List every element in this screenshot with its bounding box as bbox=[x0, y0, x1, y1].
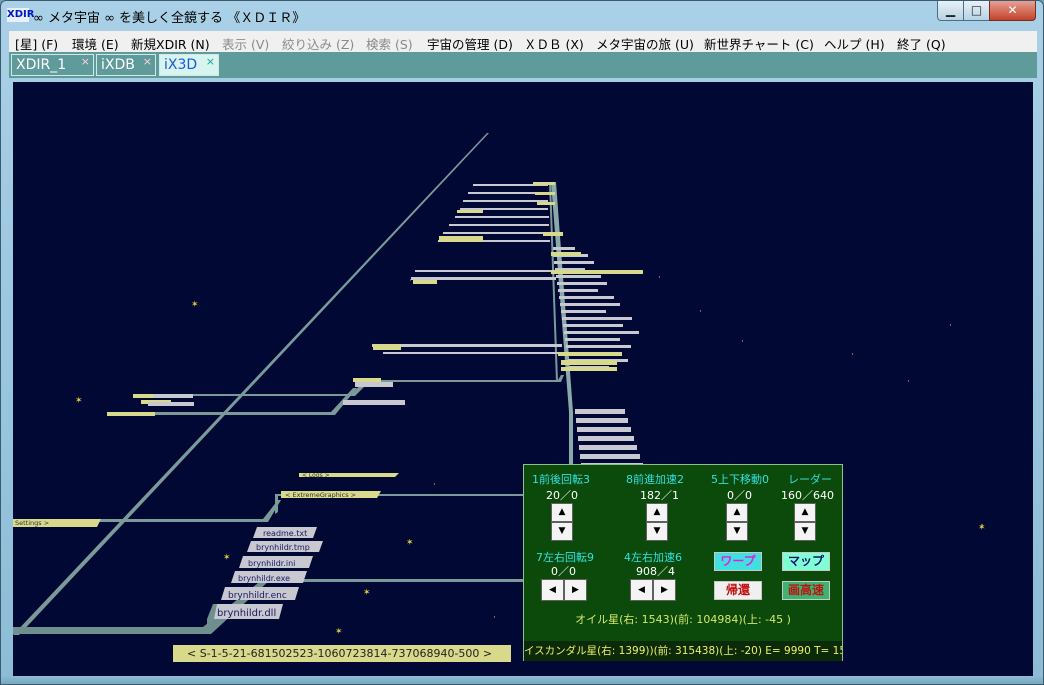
svg-text:✶: ✶ bbox=[335, 627, 343, 637]
svg-text:·: · bbox=[949, 321, 952, 331]
file-label-enc[interactable]: brynhildr.enc bbox=[228, 591, 287, 601]
menu-xdb[interactable]: ＸＤＢ (X) bbox=[524, 34, 584, 53]
move-ud-spinner: ▲ ▼ bbox=[726, 503, 748, 541]
down-arrow-icon[interactable]: ▼ bbox=[794, 522, 816, 541]
menu-bar: [星] (F) 環境 (E) 新規XDIR (N) 表示 (V) 絞り込み (Z… bbox=[9, 31, 1037, 52]
tab-label: iXDB bbox=[101, 57, 135, 73]
accel-lr-spinner: ◀ ▶ bbox=[630, 579, 676, 601]
up-arrow-icon[interactable]: ▲ bbox=[726, 503, 748, 522]
app-window: XDIR ∞ メタ宇宙 ∞ を美しく全鏡する 《ＸＤＩＲ》 ▁ □ ✕ [星] … bbox=[0, 0, 1044, 685]
accel-fb-value: 182／1 bbox=[640, 489, 679, 502]
app-icon: XDIR bbox=[7, 8, 35, 22]
menu-new-xdir[interactable]: 新規XDIR (N) bbox=[131, 34, 210, 53]
svg-text:✶: ✶ bbox=[223, 553, 231, 563]
menu-help[interactable]: ヘルプ (H) bbox=[824, 34, 885, 53]
tab-close-icon[interactable]: × bbox=[143, 52, 152, 72]
left-arrow-icon[interactable]: ◀ bbox=[630, 579, 653, 601]
down-arrow-icon[interactable]: ▼ bbox=[726, 522, 748, 541]
right-arrow-icon[interactable]: ▶ bbox=[564, 579, 587, 601]
up-arrow-icon[interactable]: ▲ bbox=[551, 503, 573, 522]
rotate-fb-value: 20／0 bbox=[546, 489, 578, 502]
logs-folder-label[interactable]: < Logs > bbox=[302, 472, 330, 479]
high-speed-render-button[interactable]: 画高速 bbox=[782, 581, 830, 600]
menu-universe-manage[interactable]: 宇宙の管理 (D) bbox=[427, 34, 513, 53]
window-title: ∞ メタ宇宙 ∞ を美しく全鏡する 《ＸＤＩＲ》 bbox=[33, 11, 306, 26]
close-button[interactable]: ✕ bbox=[989, 1, 1036, 21]
menu-search[interactable]: 検索 (S) bbox=[366, 34, 413, 53]
tab-ix3d[interactable]: iX3D × bbox=[159, 54, 219, 76]
settings-folder-label[interactable]: Settings > bbox=[15, 519, 49, 527]
iskandar-star-status: イスカンダル星(右: 1399))(前: 315438)(上: -20) E= … bbox=[524, 641, 842, 661]
tab-label: iX3D bbox=[164, 57, 198, 73]
up-arrow-icon[interactable]: ▲ bbox=[794, 503, 816, 522]
menu-star[interactable]: [星] (F) bbox=[15, 34, 58, 53]
file-label-exe[interactable]: brynhildr.exe bbox=[238, 574, 290, 583]
radar-spinner: ▲ ▼ bbox=[794, 503, 816, 541]
rotate-fb-spinner: ▲ ▼ bbox=[551, 503, 573, 541]
file-label-dll[interactable]: brynhildr.dll bbox=[217, 608, 276, 619]
window-bottom-frame bbox=[1, 676, 1043, 684]
menu-view[interactable]: 表示 (V) bbox=[222, 34, 269, 53]
accel-lr-value: 908／4 bbox=[636, 565, 675, 578]
svg-text:✶: ✶ bbox=[75, 396, 83, 406]
move-ud-value: 0／0 bbox=[727, 489, 752, 502]
left-arrow-icon[interactable]: ◀ bbox=[541, 579, 564, 601]
svg-text:·: · bbox=[699, 307, 702, 317]
svg-text:·: · bbox=[981, 521, 984, 531]
up-arrow-icon[interactable]: ▲ bbox=[646, 503, 668, 522]
file-label-readme[interactable]: readme.txt bbox=[263, 529, 307, 538]
file-label-tmp[interactable]: brynhildr.tmp bbox=[256, 543, 310, 552]
svg-text:·: · bbox=[851, 350, 854, 360]
tab-xdir-1[interactable]: XDIR_1 × bbox=[11, 54, 94, 76]
tab-label: XDIR_1 bbox=[16, 57, 67, 73]
file-label-ini[interactable]: brynhildr.ini bbox=[248, 559, 295, 568]
move-ud-label: 5上下移動0 bbox=[711, 473, 769, 486]
svg-text:·: · bbox=[907, 377, 910, 387]
menu-environment[interactable]: 環境 (E) bbox=[72, 34, 119, 53]
svg-text:·: · bbox=[741, 337, 744, 347]
radar-value: 160／640 bbox=[781, 489, 834, 502]
tab-bar: XDIR_1 × iXDB × iX3D × bbox=[9, 52, 1037, 78]
down-arrow-icon[interactable]: ▼ bbox=[551, 522, 573, 541]
menu-new-world-chart[interactable]: 新世界チャート (C) bbox=[704, 34, 814, 53]
rotate-fb-label: 1前後回転3 bbox=[532, 473, 590, 486]
svg-text:·: · bbox=[493, 613, 496, 623]
menu-quit[interactable]: 終了 (Q) bbox=[897, 34, 946, 53]
down-arrow-icon[interactable]: ▼ bbox=[646, 522, 668, 541]
menu-meta-journey[interactable]: メタ宇宙の旅 (U) bbox=[596, 34, 694, 53]
map-button[interactable]: マップ bbox=[782, 552, 830, 571]
svg-text:✶: ✶ bbox=[191, 300, 199, 310]
accel-fb-label: 8前進加速2 bbox=[626, 473, 684, 486]
rotate-lr-value: 0／0 bbox=[551, 565, 576, 578]
far-file-cluster bbox=[372, 184, 639, 369]
rotate-lr-spinner: ◀ ▶ bbox=[541, 579, 587, 601]
menu-filter[interactable]: 絞り込み (Z) bbox=[282, 34, 354, 53]
sid-folder-label[interactable]: < S-1-5-21-681502523-1060723814-73706894… bbox=[173, 645, 511, 662]
title-bar[interactable]: XDIR ∞ メタ宇宙 ∞ を美しく全鏡する 《ＸＤＩＲ》 ▁ □ ✕ bbox=[1, 1, 1043, 31]
maximize-button[interactable]: □ bbox=[963, 1, 990, 21]
return-button[interactable]: 帰還 bbox=[714, 581, 762, 600]
navigation-control-panel: 1前後回転3 20／0 8前進加速2 182／1 5上下移動0 0／0 レーダー… bbox=[523, 464, 843, 661]
tab-close-icon[interactable]: × bbox=[206, 52, 215, 72]
oil-star-status: オイル星(右: 1543)(前: 104984)(上: -45 ) bbox=[575, 613, 791, 626]
radar-label: レーダー bbox=[788, 473, 832, 486]
warp-button[interactable]: ワープ bbox=[714, 552, 762, 571]
tab-ixdb[interactable]: iXDB × bbox=[96, 54, 156, 76]
svg-text:·: · bbox=[433, 480, 436, 490]
svg-text:✶: ✶ bbox=[363, 588, 371, 598]
extremegraphics-folder-label[interactable]: < ExtremeGraphics > bbox=[285, 491, 356, 499]
minimize-button[interactable]: ▁ bbox=[937, 1, 964, 21]
svg-text:✶: ✶ bbox=[406, 538, 414, 548]
right-arrow-icon[interactable]: ▶ bbox=[653, 579, 676, 601]
accel-fb-spinner: ▲ ▼ bbox=[646, 503, 668, 541]
svg-text:·: · bbox=[658, 273, 661, 283]
tab-close-icon[interactable]: × bbox=[81, 52, 90, 72]
